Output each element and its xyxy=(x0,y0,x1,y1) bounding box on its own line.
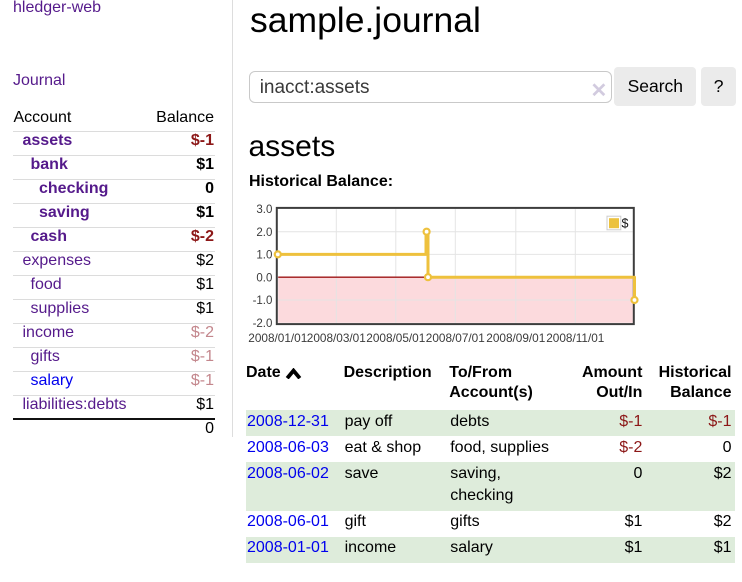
svg-text:2.0: 2.0 xyxy=(256,227,272,239)
svg-text:1.0: 1.0 xyxy=(256,250,272,262)
svg-text:3.0: 3.0 xyxy=(256,204,272,216)
svg-text:2008/03/01: 2008/03/01 xyxy=(307,331,366,345)
svg-text:0.0: 0.0 xyxy=(256,272,272,284)
svg-text:2008/07/01: 2008/07/01 xyxy=(426,331,485,345)
svg-text:2008/01/01: 2008/01/01 xyxy=(248,331,307,345)
svg-text:-2.0: -2.0 xyxy=(253,318,273,330)
svg-text:2008/09/01: 2008/09/01 xyxy=(486,331,545,345)
svg-text:-1.0: -1.0 xyxy=(253,295,273,307)
svg-text:2008/11/01: 2008/11/01 xyxy=(546,331,604,345)
svg-text:2008/05/01: 2008/05/01 xyxy=(366,331,425,345)
svg-text:$: $ xyxy=(622,217,629,231)
